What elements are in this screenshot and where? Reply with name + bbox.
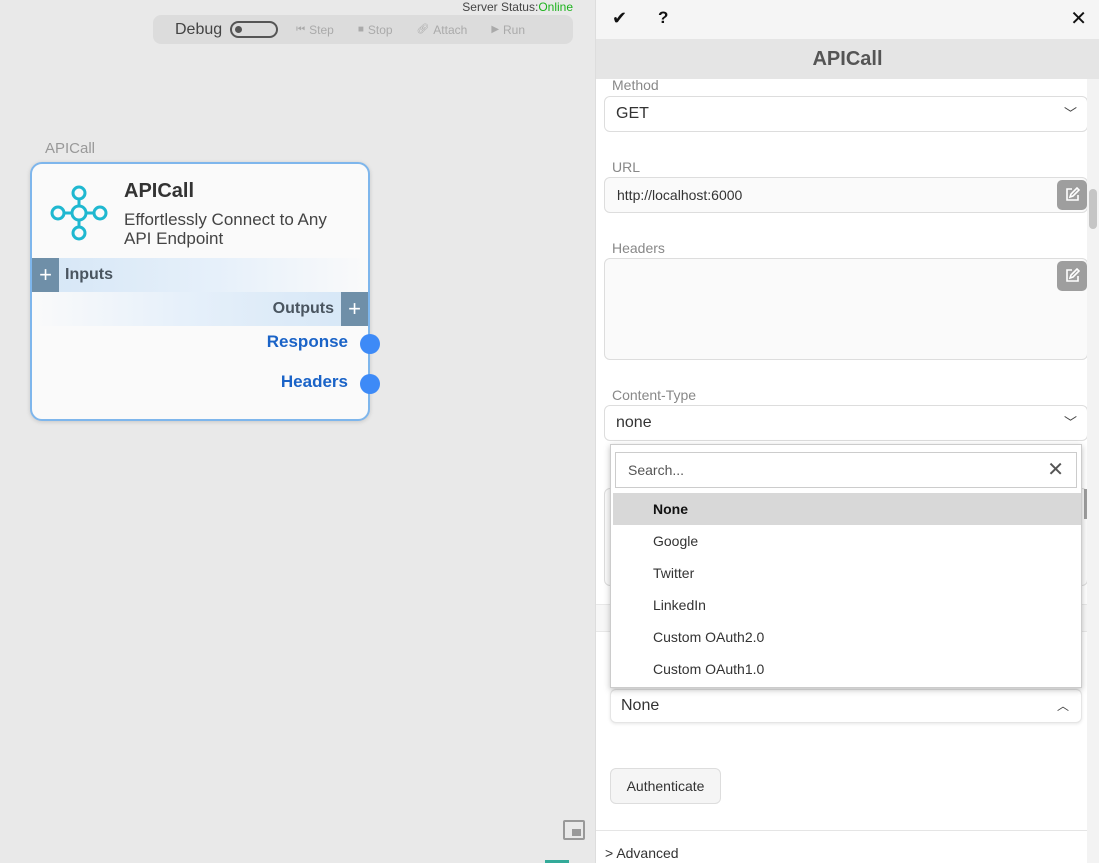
step-button[interactable]: ⏮ Step bbox=[296, 23, 334, 37]
workflow-canvas[interactable]: Server Status:Online Debug ⏮ Step ■ Stop 🔗… bbox=[0, 0, 595, 863]
apicall-node[interactable]: APICall Effortlessly Connect to Any API … bbox=[30, 162, 380, 421]
scrollbar-thumb[interactable] bbox=[1089, 189, 1097, 229]
outputs-label: Outputs bbox=[272, 300, 334, 317]
content-type-select[interactable]: none ﹀ bbox=[604, 405, 1088, 441]
headers-field[interactable] bbox=[604, 258, 1088, 360]
content-type-value: none bbox=[616, 414, 652, 431]
chevron-up-icon: ︿ bbox=[1056, 699, 1069, 713]
step-label: Step bbox=[309, 22, 334, 37]
node-caption: APICall bbox=[45, 140, 96, 157]
debug-label: Debug bbox=[175, 20, 223, 38]
stop-label: Stop bbox=[367, 22, 393, 37]
chevron-down-icon: ﹀ bbox=[1063, 106, 1077, 121]
clear-icon[interactable]: ✕ bbox=[1047, 453, 1064, 487]
dropdown-option-custom-oauth2[interactable]: Custom OAuth2.0 bbox=[613, 621, 1081, 653]
chevron-right-icon: > bbox=[605, 845, 614, 861]
attach-label: Attach bbox=[433, 22, 468, 37]
attach-button[interactable]: 🔗︎ Attach bbox=[417, 23, 468, 37]
dropdown-option-google[interactable]: Google bbox=[613, 525, 1081, 557]
properties-panel: ✔ ? ✕ APICall Method GET ﹀ URL http://lo… bbox=[595, 0, 1099, 863]
chevron-down-icon: ﹀ bbox=[1063, 415, 1077, 430]
inputs-label: Inputs bbox=[65, 266, 113, 283]
auth-value: None bbox=[621, 697, 660, 714]
stop-icon: ■ bbox=[357, 24, 364, 35]
url-value: http://localhost:6000 bbox=[617, 187, 743, 203]
network-hub-icon bbox=[50, 185, 108, 241]
url-edit-button[interactable] bbox=[1057, 180, 1087, 210]
advanced-section-toggle[interactable]: > Advanced bbox=[596, 830, 1088, 863]
debug-toolbar: Debug ⏮ Step ■ Stop 🔗︎ Attach ▶ Run bbox=[153, 15, 573, 44]
run-label: Run bbox=[503, 22, 526, 37]
edit-icon bbox=[1066, 268, 1080, 282]
panel-scrollbar[interactable] bbox=[1087, 79, 1099, 863]
outputs-section: Outputs + bbox=[32, 292, 368, 326]
dropdown-option-custom-oauth1[interactable]: Custom OAuth1.0 bbox=[613, 653, 1081, 685]
step-icon: ⏮ bbox=[296, 24, 306, 35]
dropdown-option-none[interactable]: None bbox=[613, 493, 1081, 525]
panel-toolbar: ✔ ? ✕ bbox=[596, 0, 1099, 39]
dropdown-option-linkedin[interactable]: LinkedIn bbox=[613, 589, 1081, 621]
output-port-label-headers: Headers bbox=[280, 372, 348, 391]
stop-button[interactable]: ■ Stop bbox=[358, 23, 393, 37]
node-description: Effortlessly Connect to Any API Endpoint bbox=[124, 210, 327, 248]
edit-icon bbox=[1066, 187, 1080, 201]
dropdown-options: None Google Twitter LinkedIn Custom OAut… bbox=[613, 493, 1081, 685]
link-icon: 🔗︎ bbox=[416, 24, 430, 35]
close-icon[interactable]: ✕ bbox=[1070, 6, 1087, 31]
dropdown-search-placeholder: Search... bbox=[628, 462, 685, 478]
inputs-section: + Inputs bbox=[32, 258, 368, 292]
output-port-headers[interactable] bbox=[360, 374, 380, 394]
method-label: Method bbox=[612, 79, 659, 93]
add-input-button[interactable]: + bbox=[32, 258, 59, 292]
server-status-label: Server Status: bbox=[462, 0, 539, 14]
advanced-label: Advanced bbox=[616, 845, 679, 861]
panel-title: APICall bbox=[596, 39, 1099, 79]
node-title: APICall bbox=[124, 180, 195, 202]
help-icon[interactable]: ? bbox=[658, 8, 668, 28]
output-port-label-response: Response bbox=[266, 332, 348, 351]
server-status: Server Status:Online bbox=[462, 0, 573, 14]
headers-edit-button[interactable] bbox=[1057, 261, 1087, 291]
dropdown-search-input[interactable]: Search... ✕ bbox=[615, 452, 1077, 488]
check-icon[interactable]: ✔ bbox=[612, 8, 627, 29]
auth-dropdown-menu: Search... ✕ None Google Twitter LinkedIn… bbox=[610, 444, 1082, 688]
minimap-icon[interactable] bbox=[563, 820, 585, 840]
auth-select[interactable]: None ︿ bbox=[610, 689, 1082, 723]
play-icon: ▶ bbox=[491, 24, 500, 35]
panel-body: Method GET ﹀ URL http://localhost:6000 H… bbox=[596, 79, 1099, 863]
server-status-value: Online bbox=[538, 0, 573, 14]
authenticate-button[interactable]: Authenticate bbox=[610, 768, 721, 804]
dropdown-option-twitter[interactable]: Twitter bbox=[613, 557, 1081, 589]
method-select[interactable]: GET ﹀ bbox=[604, 96, 1088, 132]
url-field[interactable]: http://localhost:6000 bbox=[604, 177, 1088, 213]
content-type-label: Content-Type bbox=[612, 387, 697, 403]
add-output-button[interactable]: + bbox=[341, 292, 368, 326]
debug-toggle[interactable] bbox=[230, 21, 279, 38]
run-button[interactable]: ▶ Run bbox=[491, 23, 525, 37]
output-port-response[interactable] bbox=[360, 334, 380, 354]
url-label: URL bbox=[612, 159, 641, 175]
headers-label: Headers bbox=[612, 240, 665, 256]
method-value: GET bbox=[616, 105, 649, 122]
